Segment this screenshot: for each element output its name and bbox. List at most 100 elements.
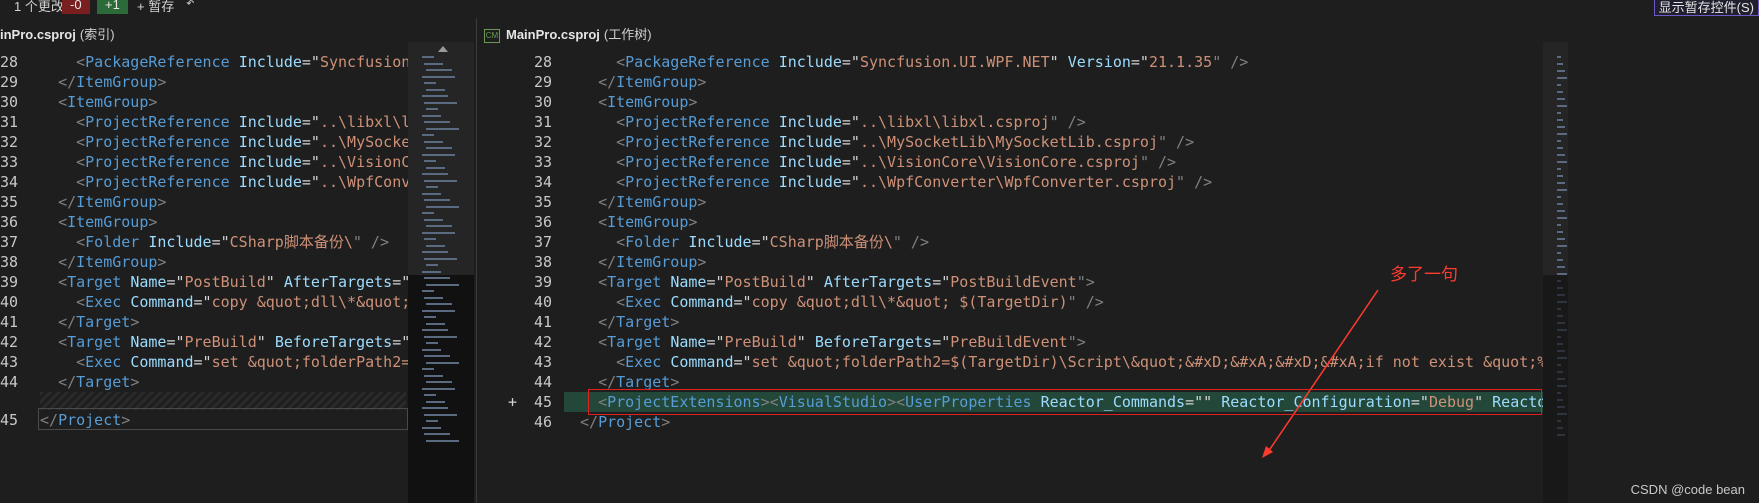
minimap-line xyxy=(426,69,452,71)
minimap-line xyxy=(1557,63,1563,65)
code-line[interactable]: <ProjectReference Include="..\VisionCore… xyxy=(566,152,1543,172)
code-line[interactable]: <ItemGroup> xyxy=(566,92,1543,112)
code-text: </Target> xyxy=(58,373,140,391)
minimap-line xyxy=(1557,77,1567,79)
left-code-editor[interactable]: 28 <PackageReference Include="Syncfusion… xyxy=(0,42,408,503)
minimap-line xyxy=(426,225,452,227)
minimap-line xyxy=(426,108,438,110)
minimap-line xyxy=(422,173,448,175)
code-line[interactable]: 33 <ProjectReference Include="..\VisionC… xyxy=(0,152,408,172)
left-pane-title: inPro.csproj xyxy=(0,27,76,42)
line-number: 35 xyxy=(534,193,553,211)
line-number: 44 xyxy=(534,373,553,391)
scroll-up-arrow-icon[interactable] xyxy=(438,46,448,52)
minimap-line xyxy=(422,270,441,273)
code-line[interactable]: 40 <Exec Command="copy &quot;dll\*&quot;… xyxy=(0,292,408,312)
code-line[interactable]: 30 <ItemGroup> xyxy=(0,92,408,112)
line-number: 31 xyxy=(0,113,19,131)
line-number: 39 xyxy=(534,273,553,291)
code-text: </Target> xyxy=(598,313,680,331)
code-line[interactable]: 32 <ProjectReference Include="..\MySocke… xyxy=(0,132,408,152)
code-text: </ItemGroup> xyxy=(598,253,707,271)
minimap-line xyxy=(424,433,450,435)
code-line[interactable]: 39 <Target Name="PostBuild" AfterTargets… xyxy=(0,272,408,292)
code-text: </ItemGroup> xyxy=(598,73,707,91)
code-line[interactable]: </Project> xyxy=(566,412,1543,432)
right-pane-subtitle: (工作树) xyxy=(603,27,652,42)
watermark: CSDN @code bean xyxy=(1630,482,1745,497)
line-number: 38 xyxy=(0,253,19,271)
code-line[interactable]: 42 <Target Name="PreBuild" BeforeTargets… xyxy=(0,332,408,352)
minimap-line xyxy=(1557,252,1561,254)
code-line[interactable]: <ProjectReference Include="..\MySocketLi… xyxy=(566,132,1543,152)
code-line[interactable]: <Folder Include="CSharp脚本备份\" /> xyxy=(566,232,1543,252)
right-minimap[interactable] xyxy=(1543,42,1568,503)
code-text: <Folder Include="CSharp脚本备份\" /> xyxy=(76,233,389,251)
line-number: 29 xyxy=(534,73,553,91)
left-pane-subtitle: (索引) xyxy=(79,27,115,42)
additions-badge: +1 xyxy=(97,0,128,14)
minimap-line xyxy=(1557,84,1561,86)
changes-count-label: 1 个更改 xyxy=(14,0,64,14)
minimap-line xyxy=(422,407,448,409)
minimap-line xyxy=(426,186,438,188)
code-line[interactable]: 44 </Target> xyxy=(0,372,408,392)
minimap-line xyxy=(426,147,452,149)
pane-divider[interactable] xyxy=(476,18,477,503)
minimap-line xyxy=(1557,182,1565,184)
show-staging-controls-button[interactable]: 显示暂存控件(S) xyxy=(1653,0,1759,16)
code-text: <ProjectReference Include="..\MySocketLi… xyxy=(76,133,408,151)
minimap-line xyxy=(424,394,436,396)
minimap-line xyxy=(424,62,443,65)
minimap-line xyxy=(424,218,443,221)
code-line[interactable]: 38 </ItemGroup> xyxy=(0,252,408,272)
minimap-line xyxy=(424,316,436,318)
stage-button[interactable]: + 暂存 xyxy=(137,0,174,15)
line-number: 34 xyxy=(534,173,553,191)
added-line-highlight-box xyxy=(588,389,1542,415)
minimap-line xyxy=(426,361,459,364)
code-line[interactable]: 29 </ItemGroup> xyxy=(0,72,408,92)
minimap-line xyxy=(1557,217,1567,219)
code-text: <Target Name="PostBuild" AfterTargets="P… xyxy=(598,273,1095,291)
minimap-line xyxy=(424,355,450,357)
code-line[interactable]: <ItemGroup> xyxy=(566,212,1543,232)
code-line[interactable]: <Exec Command="set &quot;folderPath2=$(T… xyxy=(566,352,1543,372)
code-line[interactable]: <ProjectReference Include="..\WpfConvert… xyxy=(566,172,1543,192)
code-text: <ProjectReference Include="..\WpfConvert… xyxy=(616,173,1213,191)
left-minimap[interactable] xyxy=(408,42,474,503)
code-line[interactable]: 43 <Exec Command="set &quot;folderPath2=… xyxy=(0,352,408,372)
code-line[interactable]: 36 <ItemGroup> xyxy=(0,212,408,232)
line-number: 42 xyxy=(534,333,553,351)
minimap-line xyxy=(426,166,445,169)
code-line[interactable]: 41 </Target> xyxy=(0,312,408,332)
minimap-line xyxy=(424,199,450,201)
minimap-line xyxy=(1557,154,1565,156)
minimap-line xyxy=(424,82,436,84)
minimap-line xyxy=(424,277,450,279)
code-line[interactable]: <Exec Command="copy &quot;dll\*&quot; $(… xyxy=(566,292,1543,312)
line-number: 32 xyxy=(0,133,19,151)
undo-icon[interactable]: ↶ xyxy=(186,0,194,11)
minimap-line xyxy=(1557,245,1567,247)
code-line[interactable]: 35 </ItemGroup> xyxy=(0,192,408,212)
minimap-line xyxy=(1557,168,1561,170)
code-text: <ItemGroup> xyxy=(58,213,158,231)
code-line[interactable]: <PackageReference Include="Syncfusion.UI… xyxy=(566,52,1543,72)
code-line[interactable]: 28 <PackageReference Include="Syncfusion… xyxy=(0,52,408,72)
code-line[interactable]: 34 <ProjectReference Include="..\WpfConv… xyxy=(0,172,408,192)
minimap-line xyxy=(422,309,455,312)
minimap-line xyxy=(422,153,455,156)
code-line[interactable]: 37 <Folder Include="CSharp脚本备份\" /> xyxy=(0,232,408,252)
code-line[interactable]: <Target Name="PreBuild" BeforeTargets="P… xyxy=(566,332,1543,352)
minimap-line xyxy=(1557,126,1565,128)
minimap-line xyxy=(422,387,455,390)
code-line[interactable]: </Target> xyxy=(566,312,1543,332)
code-line[interactable]: <ProjectReference Include="..\libxl\libx… xyxy=(566,112,1543,132)
minimap-line xyxy=(1557,147,1563,149)
minimap-line xyxy=(1557,133,1567,135)
minimap-viewport[interactable] xyxy=(1543,275,1568,503)
code-line[interactable]: 31 <ProjectReference Include="..\libxl\l… xyxy=(0,112,408,132)
code-line[interactable]: </ItemGroup> xyxy=(566,192,1543,212)
code-line[interactable]: </ItemGroup> xyxy=(566,72,1543,92)
